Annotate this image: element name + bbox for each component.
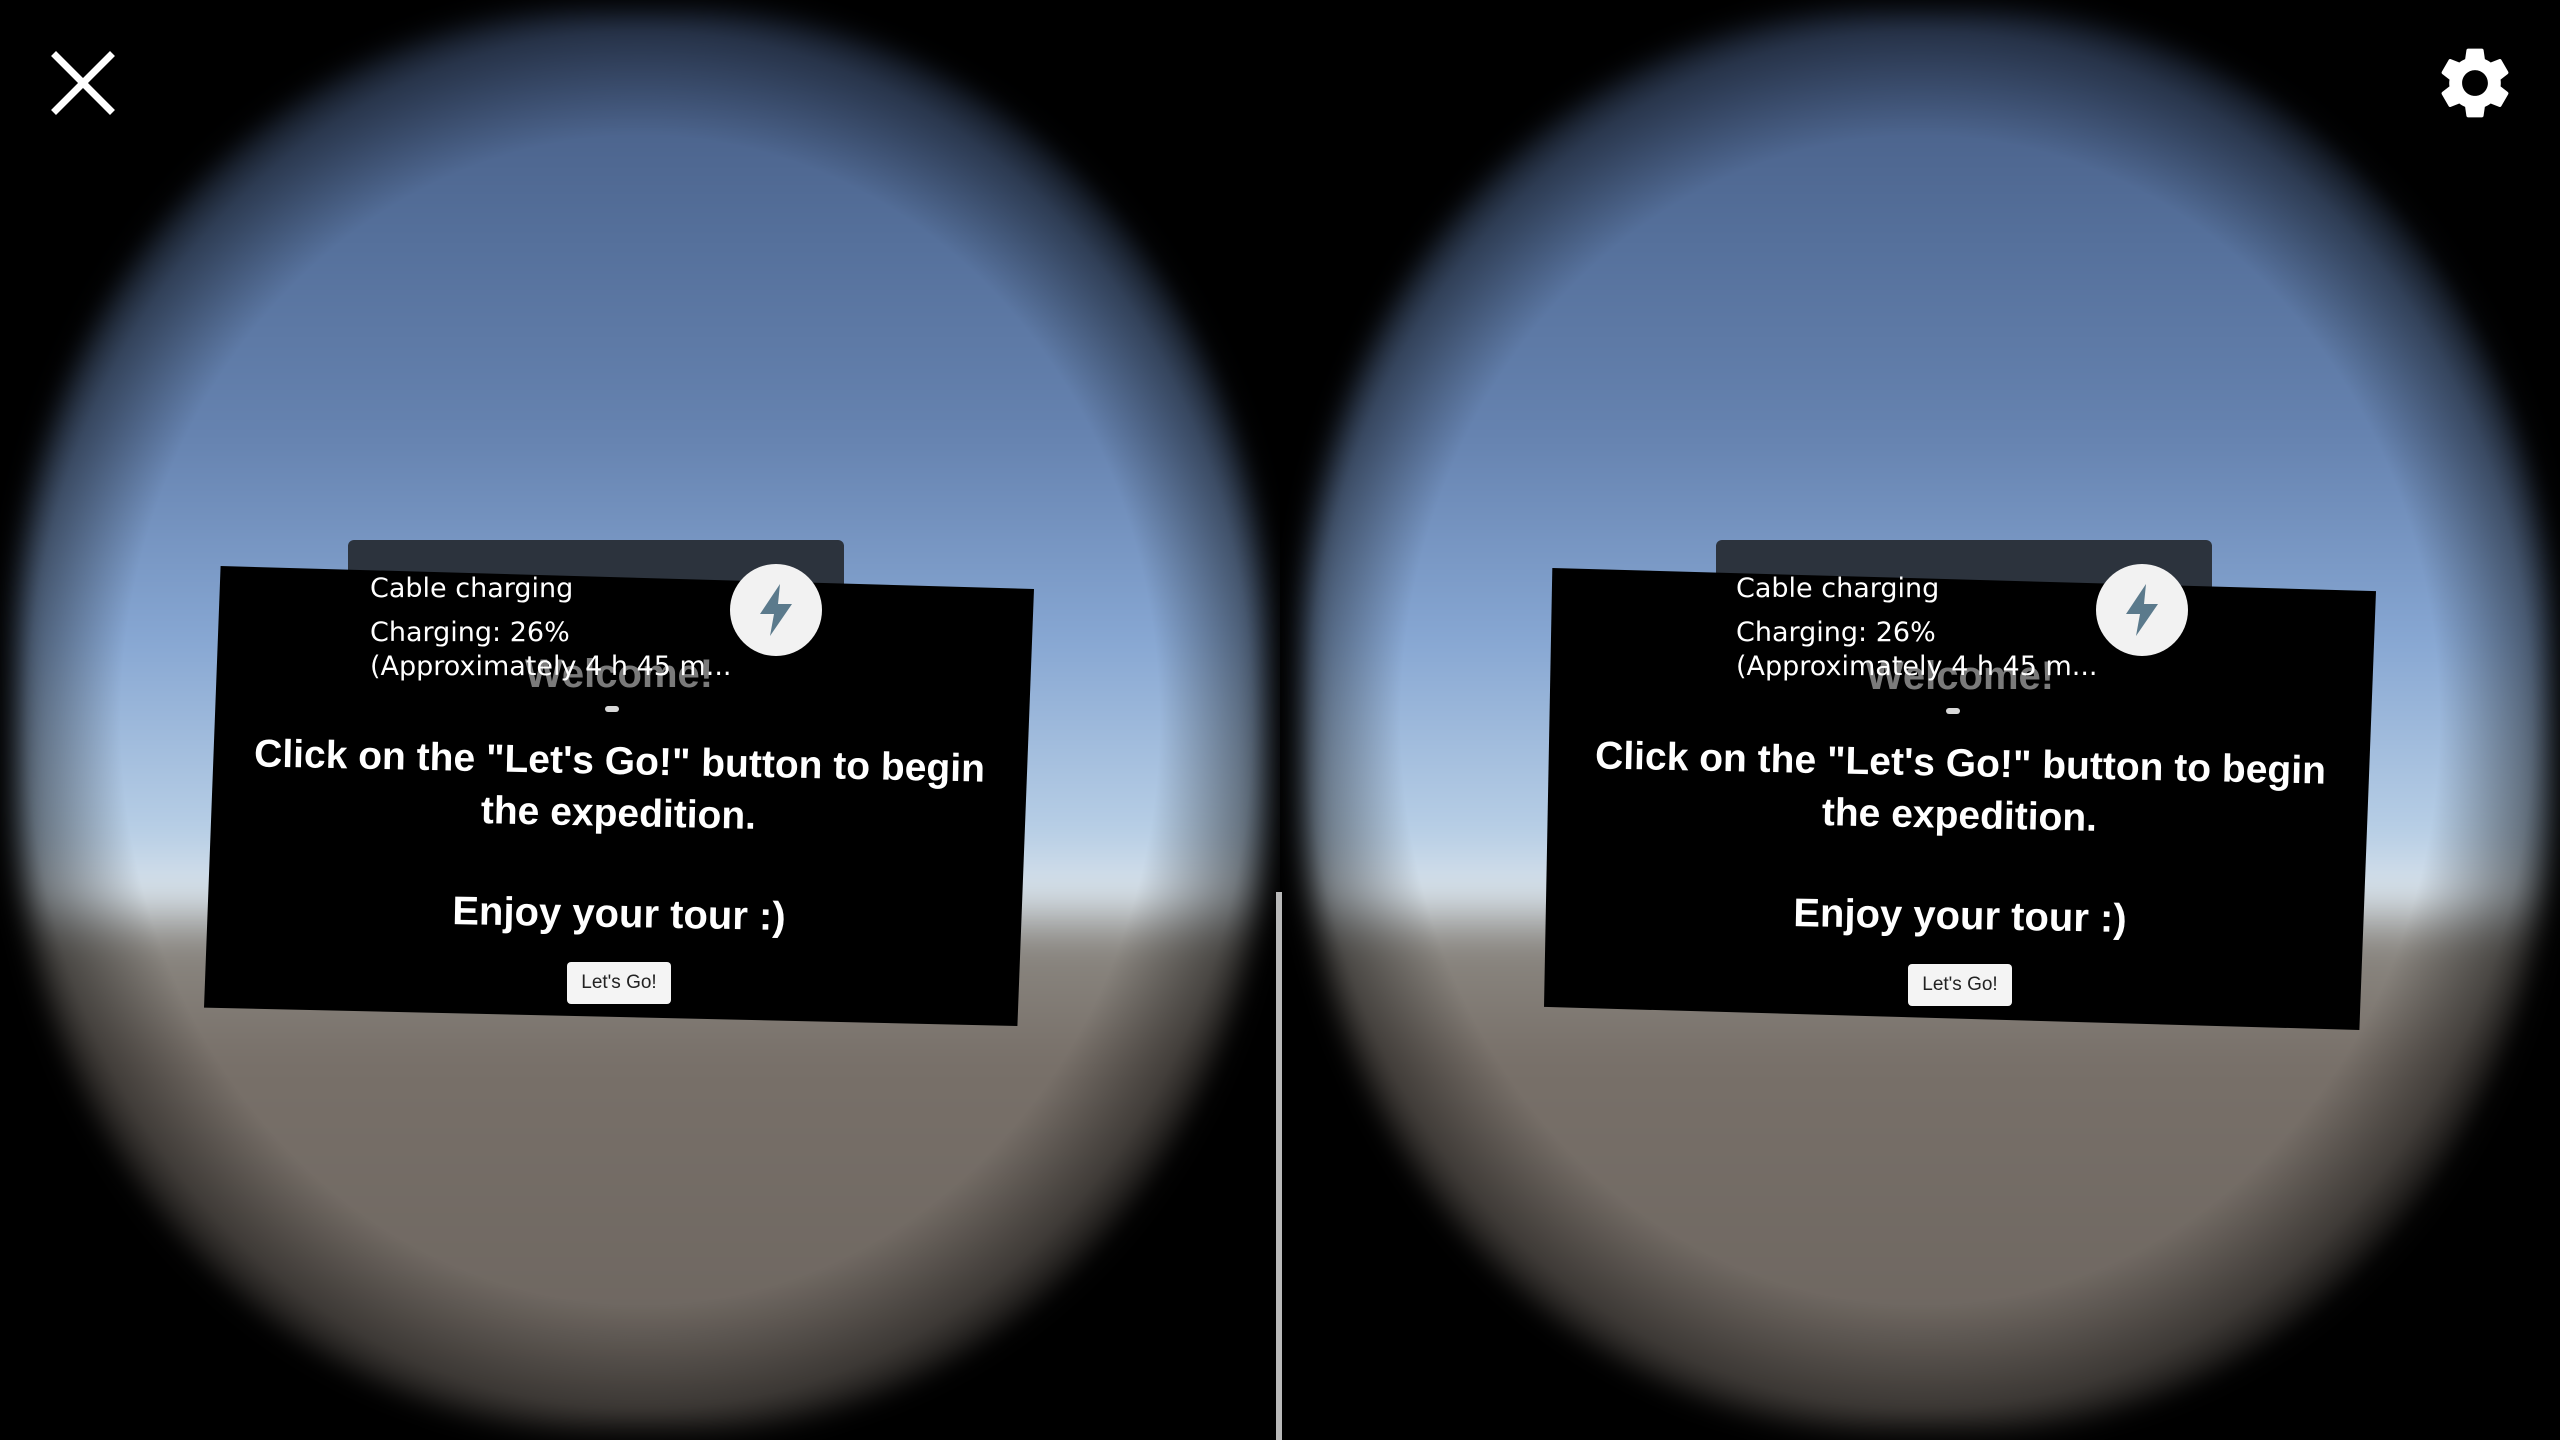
- close-icon[interactable]: [50, 50, 116, 116]
- left-eye-view: Welcome! Click on the "Let's Go!" button…: [0, 0, 1280, 1440]
- lightning-bolt-icon: [2096, 564, 2188, 656]
- battery-toast-status: Charging: 26%: [370, 617, 570, 648]
- battery-toast-estimate: (Approximately 4 h 45 m...: [370, 651, 732, 682]
- battery-toast-status: Charging: 26%: [1736, 617, 1936, 648]
- welcome-underline: [605, 706, 619, 712]
- battery-toast-text: Cable charging Charging: 26% (Approximat…: [1736, 572, 2098, 684]
- vr-stereo-view: Welcome! Click on the "Let's Go!" button…: [0, 0, 2560, 1440]
- gear-icon[interactable]: [2432, 40, 2518, 126]
- eye-divider-line: [1276, 892, 1282, 1440]
- battery-toast-title: Cable charging: [1736, 573, 1940, 604]
- instruction-text: Click on the "Let's Go!" button to begin…: [253, 732, 986, 838]
- instruction-text: Click on the "Let's Go!" button to begin…: [1594, 734, 2327, 840]
- battery-toast-title: Cable charging: [370, 573, 574, 604]
- lets-go-button[interactable]: Let's Go!: [567, 962, 671, 1004]
- enjoy-text: Enjoy your tour :): [451, 889, 787, 939]
- welcome-underline: [1946, 708, 1960, 714]
- right-eye-view: Welcome! Click on the "Let's Go!" button…: [1280, 0, 2560, 1440]
- enjoy-text: Enjoy your tour :): [1792, 891, 2128, 941]
- battery-toast-estimate: (Approximately 4 h 45 m...: [1736, 651, 2098, 682]
- battery-toast-text: Cable charging Charging: 26% (Approximat…: [370, 572, 732, 684]
- lightning-bolt-icon: [730, 564, 822, 656]
- lets-go-button[interactable]: Let's Go!: [1908, 964, 2012, 1006]
